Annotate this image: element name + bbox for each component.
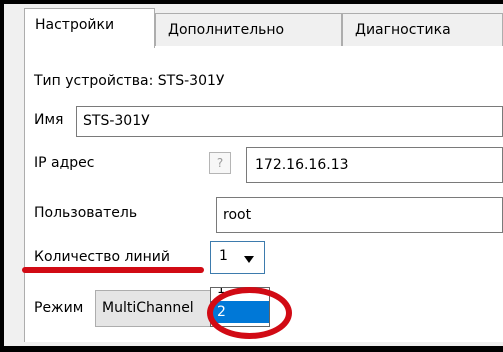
- annotation-underline: [22, 267, 204, 273]
- user-label: Пользователь: [34, 205, 138, 221]
- mode-select[interactable]: MultiChannel: [95, 290, 225, 327]
- lines-count-label: Количество линий: [34, 249, 170, 265]
- chevron-down-icon: [244, 256, 254, 263]
- annotation-circle: [207, 287, 292, 339]
- ip-address-field[interactable]: 172.16.16.13: [246, 147, 503, 183]
- user-field[interactable]: root: [216, 197, 503, 233]
- lines-count-value: 1: [219, 248, 228, 264]
- ip-address-label: IP адрес: [34, 155, 95, 171]
- window-frame-bottom: [0, 346, 503, 352]
- help-icon[interactable]: ?: [209, 152, 231, 174]
- tab-advanced[interactable]: Дополнительно: [155, 13, 342, 46]
- mode-label: Режим: [34, 300, 84, 316]
- name-label: Имя: [34, 112, 64, 128]
- tab-settings[interactable]: Настройки: [24, 8, 155, 48]
- name-field[interactable]: STS-301У: [76, 106, 503, 137]
- lines-count-select[interactable]: 1: [210, 241, 265, 274]
- device-type-label: Тип устройства: STS-301У: [34, 73, 225, 89]
- tab-diagnostics[interactable]: Диагностика: [342, 13, 503, 46]
